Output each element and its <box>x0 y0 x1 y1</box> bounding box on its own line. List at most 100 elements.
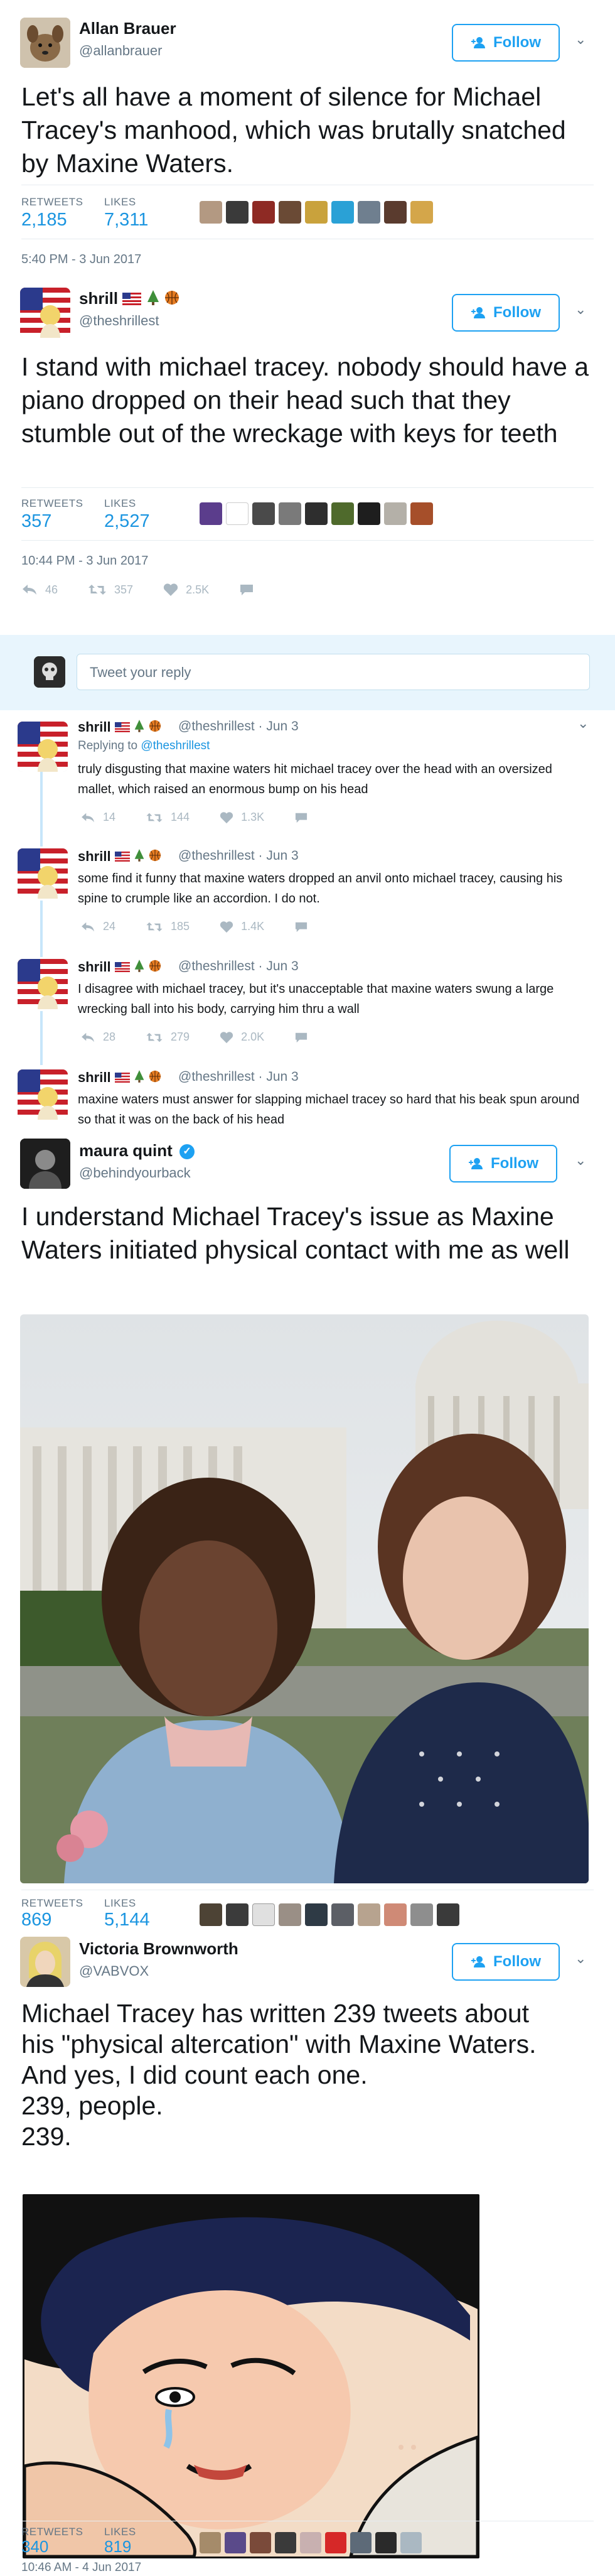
reply-button[interactable]: 14 <box>80 811 115 824</box>
liker-avatar[interactable] <box>226 201 249 224</box>
author-handle[interactable]: @theshrillest <box>79 313 159 329</box>
liker-avatar[interactable] <box>325 2532 346 2553</box>
liker-avatar[interactable] <box>300 2532 321 2553</box>
author-handle[interactable]: @theshrillest · Jun 3 <box>178 719 299 734</box>
author-name[interactable]: shrill <box>78 848 161 866</box>
reply-button[interactable]: 24 <box>80 920 115 933</box>
timestamp[interactable]: 10:46 AM - 4 Jun 2017 <box>21 2561 141 2575</box>
like-count[interactable]: 2,527 <box>104 511 150 532</box>
retweet-count[interactable]: 2,185 <box>21 210 67 230</box>
liker-avatar[interactable] <box>200 201 222 224</box>
avatar[interactable] <box>20 1139 70 1189</box>
thread-reply[interactable]: shrill @theshrillest · Jun 3 maxine wate… <box>0 1063 615 1132</box>
liker-avatar[interactable] <box>375 2532 397 2553</box>
like-button[interactable]: 2.0K <box>220 1031 264 1044</box>
liker-avatar[interactable] <box>400 2532 422 2553</box>
like-button[interactable]: 1.4K <box>220 920 264 933</box>
author-name[interactable]: shrill <box>78 719 161 737</box>
liker-avatar[interactable] <box>384 201 407 224</box>
like-button[interactable]: 2.5K <box>163 583 209 597</box>
direct-message-button[interactable] <box>239 583 254 597</box>
liker-avatar[interactable] <box>358 201 380 224</box>
replying-to-link[interactable]: @theshrillest <box>141 739 210 752</box>
liker-avatar[interactable] <box>279 502 301 525</box>
author-handle[interactable]: @behindyourback <box>79 1165 191 1181</box>
author-name[interactable]: shrill <box>78 1069 161 1087</box>
thread-reply[interactable]: shrill @theshrillest · Jun 3 I disagree … <box>0 953 615 1063</box>
reply-button[interactable]: 46 <box>21 583 58 597</box>
author-name[interactable]: Victoria Brownworth <box>79 1939 238 1959</box>
liker-avatar[interactable] <box>305 502 328 525</box>
author-name[interactable]: shrill <box>78 959 161 977</box>
timestamp[interactable]: 10:44 PM - 3 Jun 2017 <box>21 554 148 568</box>
liker-avatar[interactable] <box>200 502 222 525</box>
chevron-down-icon[interactable]: ⌄ <box>575 301 586 318</box>
follow-button[interactable]: Follow <box>449 1145 557 1182</box>
retweet-count[interactable]: 357 <box>21 511 51 532</box>
like-count[interactable]: 819 <box>104 2537 131 2557</box>
liker-avatar[interactable] <box>305 201 328 224</box>
author-handle[interactable]: @theshrillest · Jun 3 <box>178 1069 299 1085</box>
liker-avatar[interactable] <box>437 1903 459 1926</box>
reply-button[interactable]: 28 <box>80 1031 115 1044</box>
liker-avatar[interactable] <box>252 502 275 525</box>
chevron-down-icon[interactable]: ⌄ <box>575 1951 586 1967</box>
liker-avatar[interactable] <box>305 1903 328 1926</box>
liker-avatar[interactable] <box>384 502 407 525</box>
liker-avatar[interactable] <box>331 502 354 525</box>
thread-reply[interactable]: shrill @theshrillest · Jun 3 some find i… <box>0 842 615 953</box>
liker-avatar[interactable] <box>279 1903 301 1926</box>
retweet-button[interactable]: 357 <box>88 583 133 597</box>
avatar[interactable] <box>20 1937 70 1987</box>
liker-avatar[interactable] <box>226 1903 249 1926</box>
avatar[interactable] <box>18 1069 68 1120</box>
liker-avatar[interactable] <box>252 1903 275 1926</box>
direct-message-button[interactable] <box>294 921 308 933</box>
like-count[interactable]: 7,311 <box>104 210 148 230</box>
avatar[interactable] <box>20 288 70 338</box>
liker-avatar[interactable] <box>252 201 275 224</box>
liker-avatar[interactable] <box>225 2532 246 2553</box>
attached-photo[interactable] <box>20 1314 589 1883</box>
liker-avatar[interactable] <box>200 2532 221 2553</box>
avatar[interactable] <box>18 848 68 899</box>
like-button[interactable]: 1.3K <box>220 811 264 824</box>
avatar[interactable] <box>20 18 70 68</box>
avatar[interactable] <box>18 722 68 772</box>
liker-avatar[interactable] <box>279 201 301 224</box>
liker-avatar[interactable] <box>358 1903 380 1926</box>
author-handle[interactable]: @VABVOX <box>79 1963 149 1979</box>
liker-avatar[interactable] <box>358 502 380 525</box>
liker-avatar[interactable] <box>200 1903 222 1926</box>
author-name[interactable]: shrill <box>79 289 179 310</box>
avatar[interactable] <box>18 959 68 1009</box>
liker-avatar[interactable] <box>275 2532 296 2553</box>
liker-avatar[interactable] <box>250 2532 271 2553</box>
liker-avatar[interactable] <box>331 1903 354 1926</box>
chevron-down-icon[interactable]: ⌄ <box>575 31 586 48</box>
liker-avatar[interactable] <box>410 502 433 525</box>
chevron-down-icon[interactable]: ⌄ <box>577 715 589 732</box>
follow-button[interactable]: Follow <box>452 294 560 332</box>
timestamp[interactable]: 5:40 PM - 3 Jun 2017 <box>21 252 141 267</box>
liker-avatar[interactable] <box>350 2532 372 2553</box>
retweet-button[interactable]: 144 <box>146 811 190 824</box>
liker-avatar[interactable] <box>410 1903 433 1926</box>
retweet-button[interactable]: 279 <box>146 1031 190 1044</box>
author-handle[interactable]: @allanbrauer <box>79 43 162 59</box>
liker-avatar[interactable] <box>226 502 249 525</box>
follow-button[interactable]: Follow <box>452 24 560 62</box>
liker-avatar[interactable] <box>410 201 433 224</box>
retweet-button[interactable]: 185 <box>146 920 190 933</box>
liker-avatar[interactable] <box>331 201 354 224</box>
author-handle[interactable]: @theshrillest · Jun 3 <box>178 959 299 974</box>
liker-avatar[interactable] <box>384 1903 407 1926</box>
direct-message-button[interactable] <box>294 1031 308 1044</box>
author-handle[interactable]: @theshrillest · Jun 3 <box>178 848 299 863</box>
like-count[interactable]: 5,144 <box>104 1910 150 1930</box>
retweet-count[interactable]: 340 <box>21 2537 48 2557</box>
retweet-count[interactable]: 869 <box>21 1910 51 1930</box>
direct-message-button[interactable] <box>294 811 308 824</box>
thread-reply[interactable]: shrill @theshrillest · Jun 3 ⌄ Replying … <box>0 710 615 842</box>
reply-input[interactable]: Tweet your reply <box>77 654 590 690</box>
